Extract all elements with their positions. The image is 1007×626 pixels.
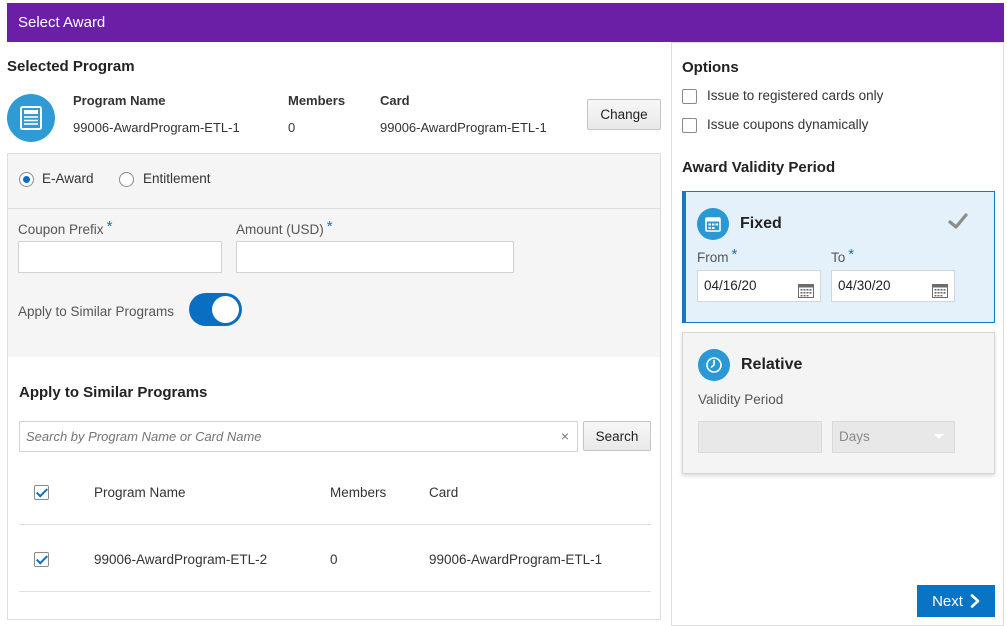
calendar-picker-icon[interactable]: [798, 279, 814, 309]
row-checkbox[interactable]: [34, 552, 49, 567]
members-header: Members: [288, 93, 346, 108]
similar-programs-panel: Apply to Similar Programs × Search Progr…: [7, 357, 661, 620]
left-panel: Selected Program Program Name Members Ca…: [7, 42, 671, 626]
clear-search-icon[interactable]: ×: [561, 428, 569, 444]
validity-unit-select[interactable]: Days: [832, 421, 955, 453]
required-marker: *: [731, 246, 738, 263]
to-label-text: To: [831, 250, 846, 265]
row-members: 0: [330, 552, 338, 567]
search-box: ×: [19, 421, 578, 452]
amount-label: Amount (USD) *: [236, 218, 333, 238]
from-date-value: 04/16/20: [704, 278, 757, 293]
to-label: To *: [831, 246, 855, 266]
relative-validity-card[interactable]: Relative Validity Period Days: [682, 332, 995, 474]
fixed-validity-card[interactable]: Fixed From * 04/16/20 To * 04/30/20: [682, 191, 995, 323]
from-label: From *: [697, 246, 738, 266]
to-date-input[interactable]: 04/30/20: [831, 270, 955, 302]
required-marker: *: [848, 246, 855, 263]
column-header-members: Members: [330, 485, 387, 500]
apply-similar-label: Apply to Similar Programs: [18, 304, 175, 319]
calendar-picker-icon[interactable]: [932, 279, 948, 309]
amount-input[interactable]: [236, 241, 514, 273]
validity-unit-value: Days: [839, 429, 870, 444]
entitlement-label[interactable]: Entitlement: [143, 171, 211, 186]
coupon-prefix-label-text: Coupon Prefix: [18, 222, 104, 237]
fixed-title: Fixed: [740, 215, 782, 232]
selected-program-heading: Selected Program: [7, 58, 135, 75]
right-panel: Options Issue to registered cards only I…: [671, 42, 1004, 626]
window-title: Select Award: [18, 14, 106, 31]
apply-similar-toggle[interactable]: [189, 293, 242, 326]
chevron-right-icon: [970, 594, 980, 608]
options-heading: Options: [682, 59, 739, 76]
to-date-value: 04/30/20: [838, 278, 891, 293]
next-button-label: Next: [932, 592, 963, 610]
validity-period-label: Validity Period: [698, 392, 784, 407]
row-card: 99006-AwardProgram-ETL-1: [429, 552, 603, 567]
required-marker: *: [326, 218, 333, 235]
dynamic-coupons-checkbox[interactable]: [682, 118, 697, 133]
validity-heading: Award Validity Period: [682, 159, 836, 176]
table-divider: [19, 591, 651, 592]
members-value: 0: [288, 120, 296, 135]
e-award-radio[interactable]: [19, 172, 34, 187]
from-date-input[interactable]: 04/16/20: [697, 270, 821, 302]
coupon-prefix-label: Coupon Prefix *: [18, 218, 113, 238]
program-document-icon: [7, 94, 55, 142]
column-header-program-name: Program Name: [94, 485, 186, 500]
search-button[interactable]: Search: [583, 421, 651, 451]
program-name-value: 99006-AwardProgram-ETL-1: [73, 120, 240, 135]
window-title-bar: Select Award: [7, 3, 1004, 42]
change-button[interactable]: Change: [587, 99, 661, 130]
relative-title: Relative: [741, 356, 803, 373]
similar-programs-heading: Apply to Similar Programs: [19, 384, 208, 401]
column-header-card: Card: [429, 485, 459, 500]
clock-icon: [698, 349, 730, 381]
row-program-name: 99006-AwardProgram-ETL-2: [94, 552, 268, 567]
coupon-prefix-input[interactable]: [18, 241, 222, 273]
table-divider: [19, 524, 651, 525]
select-all-checkbox[interactable]: [34, 485, 49, 500]
chevron-down-icon: [934, 434, 944, 439]
calendar-icon: [697, 208, 729, 240]
amount-label-text: Amount (USD): [236, 222, 324, 237]
entitlement-radio[interactable]: [119, 172, 134, 187]
card-header: Card: [380, 93, 410, 108]
program-name-header: Program Name: [73, 93, 166, 108]
dynamic-coupons-label: Issue coupons dynamically: [707, 117, 869, 132]
required-marker: *: [106, 218, 113, 235]
section-divider: [8, 208, 660, 209]
registered-cards-label: Issue to registered cards only: [707, 88, 884, 103]
toggle-knob: [212, 296, 239, 323]
selected-check-icon: [948, 212, 968, 233]
search-input[interactable]: [20, 422, 550, 451]
e-award-label[interactable]: E-Award: [42, 171, 94, 186]
card-value: 99006-AwardProgram-ETL-1: [380, 120, 547, 135]
next-button[interactable]: Next: [917, 585, 995, 617]
award-settings-panel: E-Award Entitlement Coupon Prefix * Amoun…: [7, 153, 661, 358]
validity-period-input[interactable]: [698, 421, 822, 453]
from-label-text: From: [697, 250, 729, 265]
registered-cards-checkbox[interactable]: [682, 89, 697, 104]
